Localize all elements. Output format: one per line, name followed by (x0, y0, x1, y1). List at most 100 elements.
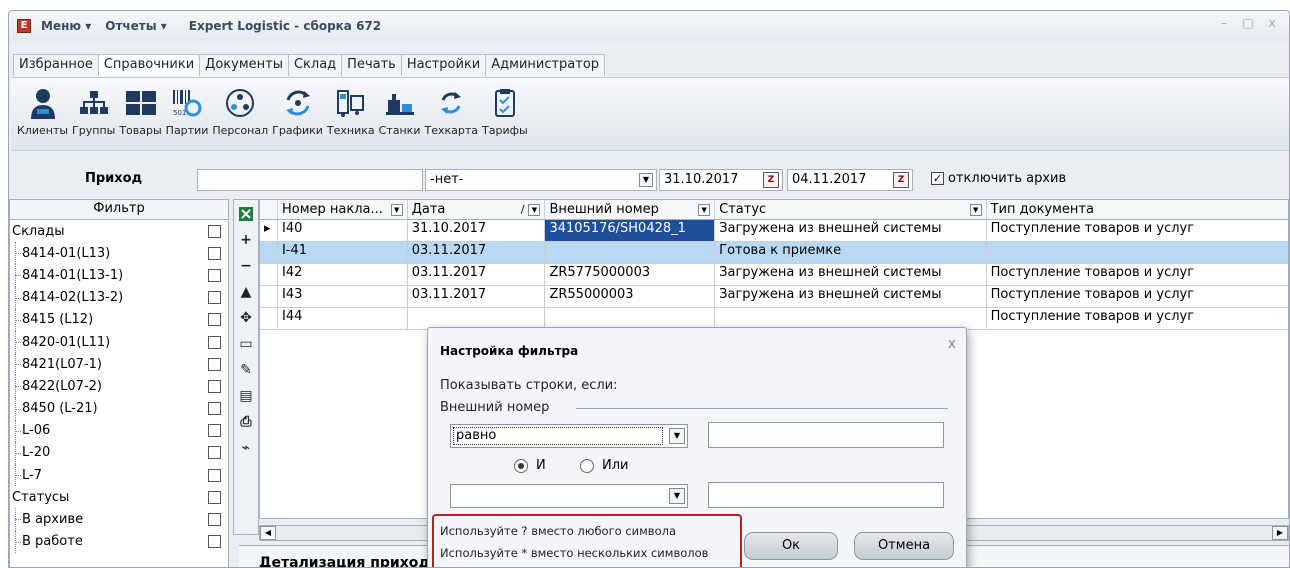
tree-item-checkbox[interactable] (208, 313, 221, 327)
tree-item-checkbox[interactable] (208, 424, 221, 438)
tree-item[interactable]: В работе (10, 530, 228, 554)
tree-item-checkbox[interactable] (208, 446, 221, 460)
condition-1-chevron-icon[interactable]: ▼ (669, 428, 685, 444)
tree-item-checkbox[interactable] (208, 335, 221, 349)
tab-admin[interactable]: Администратор (485, 54, 606, 76)
column-header-doc-type[interactable]: Тип документа (987, 200, 1288, 219)
table-row[interactable]: I43 03.11.2017 ZR55000003 Загружена из в… (260, 286, 1288, 308)
column-filter-chevron-icon[interactable]: ▼ (969, 203, 982, 216)
column-header-date[interactable]: Дата / ▼ (408, 200, 546, 219)
column-header-number[interactable]: Номер накла... ▼ (278, 200, 408, 219)
and-radio-button[interactable] (514, 458, 528, 473)
scroll-right-icon[interactable]: ▶ (1272, 526, 1288, 540)
ok-button[interactable]: Ок (744, 532, 838, 560)
calendar-to-icon[interactable]: Z (893, 172, 909, 188)
tab-warehouse[interactable]: Склад (287, 54, 343, 76)
tree-item[interactable]: L-20 (10, 441, 228, 465)
condition-2-select[interactable]: ▼ (450, 484, 688, 508)
column-header-status[interactable]: Статус ▼ (715, 200, 987, 219)
tree-item[interactable]: L-7 (10, 464, 228, 487)
cell-status[interactable]: Загружена из внешней системы (715, 286, 987, 307)
tree-item-checkbox[interactable] (208, 268, 221, 282)
condition-2-chevron-icon[interactable]: ▼ (669, 488, 685, 504)
tree-item-checkbox[interactable] (208, 224, 221, 238)
tree-item-checkbox[interactable] (208, 246, 221, 260)
archive-toggle[interactable]: ✓ отключить архив (931, 171, 1066, 186)
tree-item[interactable]: Склады (10, 220, 228, 242)
or-radio[interactable]: Или (580, 458, 628, 473)
column-filter-chevron-icon[interactable]: ▼ (698, 203, 711, 216)
status-select-chevron-icon[interactable]: ▼ (639, 173, 653, 187)
reports-menu-button[interactable]: Отчеты ▾ (105, 19, 167, 33)
cell-number[interactable]: I44 (278, 308, 408, 329)
close-icon[interactable]: x (1261, 15, 1283, 33)
cell-status[interactable] (715, 308, 987, 329)
cell-status[interactable]: Загружена из внешней системы (715, 220, 987, 241)
toolbar-personnel-button[interactable]: Персонал (212, 78, 268, 150)
cell-number[interactable]: I43 (278, 286, 408, 307)
toolbar-clients-button[interactable]: Клиенты (17, 78, 68, 150)
tree-item-checkbox[interactable] (208, 468, 221, 482)
toolbar-schedules-button[interactable]: Графики (272, 78, 323, 150)
column-filter-chevron-icon[interactable]: ▼ (528, 203, 541, 216)
tree-item-checkbox[interactable] (208, 357, 221, 371)
cell-doc-type[interactable]: Поступление товаров и услуг (987, 220, 1288, 241)
tree-item[interactable]: 8414-02(L13-2) (10, 286, 228, 309)
cell-external-number-focused[interactable]: 34105176/SH0428_1 (545, 220, 716, 241)
cell-number[interactable]: I40 (278, 220, 408, 241)
cell-doc-type[interactable] (987, 242, 1288, 263)
move-up-icon[interactable]: ▲ (234, 280, 258, 304)
or-radio-button[interactable] (580, 458, 594, 473)
toolbar-batches-button[interactable]: 501 Партии (166, 78, 208, 150)
status-select[interactable]: -нет- (425, 169, 657, 191)
minimize-icon[interactable]: – (1213, 15, 1235, 33)
tree-item[interactable]: 8414-01(L13) (10, 242, 228, 265)
tab-settings[interactable]: Настройки (400, 54, 487, 76)
tree-item[interactable]: 8422(L07-2) (10, 375, 228, 398)
tree-item-checkbox[interactable] (208, 535, 221, 549)
tree-item-checkbox[interactable] (208, 490, 221, 504)
search-input[interactable] (197, 169, 423, 191)
toolbar-goods-button[interactable]: Товары (119, 78, 162, 150)
cell-external-number[interactable] (545, 308, 716, 329)
tree-item[interactable]: 8414-01(L13-1) (10, 264, 228, 287)
edit-icon[interactable]: ✎ (234, 358, 258, 382)
tree-item[interactable]: Статусы (10, 486, 228, 508)
scanner-icon[interactable]: ⌁ (234, 436, 258, 460)
tab-favorites[interactable]: Избранное (13, 54, 99, 76)
cell-date[interactable] (408, 308, 546, 329)
table-row[interactable]: I-41 03.11.2017 Готова к приемке (260, 242, 1288, 264)
toolbar-techcard-button[interactable]: Техкарта (424, 78, 478, 150)
toolbar-tariffs-button[interactable]: Тарифы (482, 78, 528, 150)
value-1-input[interactable] (708, 422, 944, 448)
document-icon[interactable]: ▤ (234, 384, 258, 408)
excel-export-icon[interactable] (234, 202, 258, 226)
condition-1-select[interactable]: равно ▼ (450, 424, 688, 448)
tree-item[interactable]: 8420-01(L11) (10, 330, 228, 354)
print-icon[interactable]: ⎙ (234, 410, 258, 434)
table-row[interactable]: ▸ I40 31.10.2017 34105176/SH0428_1 Загру… (260, 220, 1288, 242)
tree-item[interactable]: В архиве (10, 508, 228, 531)
toolbar-machines-button[interactable]: Станки (379, 78, 420, 150)
cell-external-number[interactable]: ZR5775000003 (545, 264, 716, 285)
tree-item-checkbox[interactable] (208, 402, 221, 416)
tree-item-checkbox[interactable] (208, 291, 221, 305)
column-header-external-number[interactable]: Внешний номер ▼ (545, 200, 716, 219)
calendar-from-icon[interactable]: Z (763, 172, 779, 188)
tree-item-checkbox[interactable] (208, 379, 221, 393)
tab-directories[interactable]: Справочники (97, 54, 201, 76)
add-row-icon[interactable]: + (234, 228, 258, 252)
dialog-close-icon[interactable]: x (948, 336, 956, 352)
tree-item[interactable]: L-06 (10, 419, 228, 443)
menu-button[interactable]: Меню ▾ (41, 19, 91, 33)
archive-checkbox[interactable]: ✓ (931, 172, 944, 185)
maximize-icon[interactable]: □ (1237, 15, 1259, 33)
cell-number[interactable]: I-41 (278, 242, 408, 263)
tree-item[interactable]: 8415 (L12) (10, 308, 228, 332)
cell-date[interactable]: 03.11.2017 (408, 286, 546, 307)
column-filter-chevron-icon[interactable]: ▼ (390, 203, 403, 216)
cell-external-number[interactable] (545, 242, 716, 263)
cell-status[interactable]: Готова к приемке (715, 242, 987, 263)
cell-external-number[interactable]: ZR55000003 (545, 286, 716, 307)
toolbar-machinery-button[interactable]: Техника (327, 78, 375, 150)
